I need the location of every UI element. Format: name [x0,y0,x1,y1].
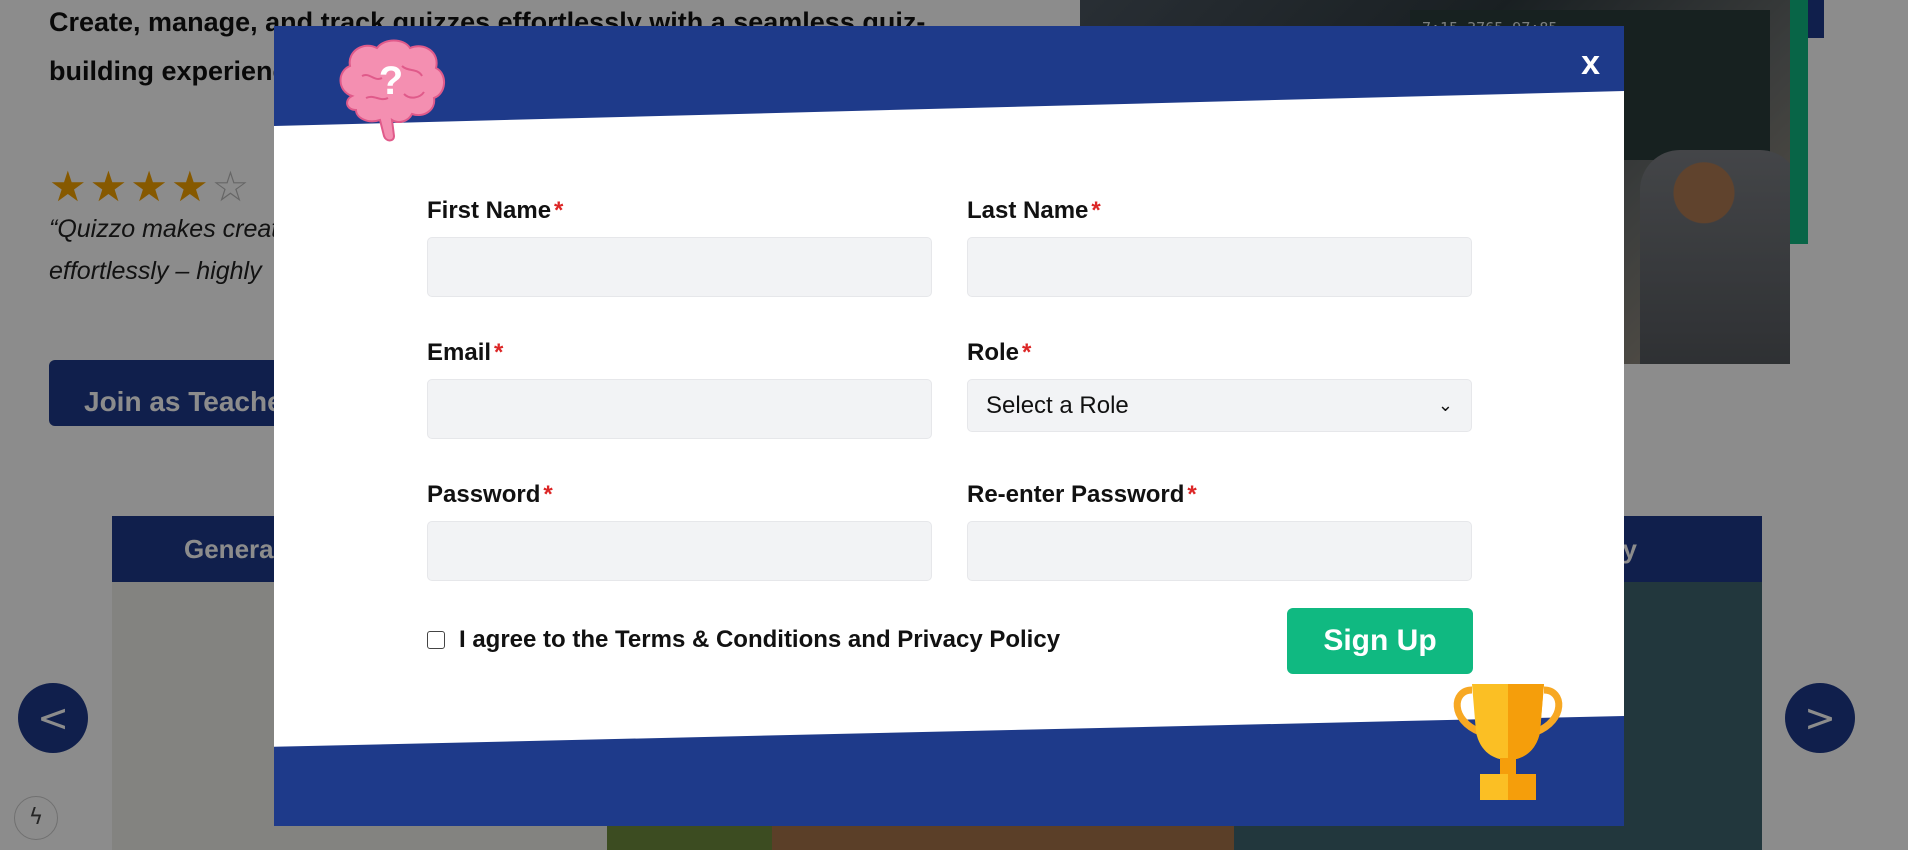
terms-label[interactable]: I agree to the Terms & Conditions and Pr… [459,626,1060,654]
first-name-group: First Name * [427,196,932,297]
first-name-input[interactable] [427,237,932,297]
last-name-input[interactable] [967,237,1472,297]
close-button[interactable]: x [1581,44,1600,83]
terms-agreement: I agree to the Terms & Conditions and Pr… [427,626,1060,654]
signup-form: First Name * Last Name * Email * Role * Sele… [427,196,1472,622]
role-label: Role * [967,338,1472,368]
label-text: Re-enter Password [967,481,1185,508]
signup-modal: ? x First Name * Last Name * Email * Role * … [274,26,1624,826]
last-name-label: Last Name * [967,196,1472,226]
form-row: Password * Re-enter Password * [427,480,1472,581]
first-name-label: First Name * [427,196,932,226]
required-mark: * [554,197,564,224]
password-label: Password * [427,480,932,510]
password-group: Password * [427,480,932,581]
email-input[interactable] [427,379,932,439]
required-mark: * [1091,197,1101,224]
email-group: Email * [427,338,932,439]
email-label: Email * [427,338,932,368]
label-text: First Name [427,197,552,224]
label-text: Password [427,481,541,508]
required-mark: * [543,481,553,508]
form-row: First Name * Last Name * [427,196,1472,297]
label-text: Email [427,339,492,366]
role-select[interactable]: Select a Role ⌄ [967,379,1472,432]
svg-text:?: ? [379,59,403,103]
modal-header-band [274,26,1624,126]
password-input[interactable] [427,521,932,581]
label-text: Role [967,339,1020,366]
reenter-password-label: Re-enter Password * [967,480,1472,510]
last-name-group: Last Name * [967,196,1472,297]
chevron-down-icon: ⌄ [1437,395,1453,416]
form-row: Email * Role * Select a Role ⌄ [427,338,1472,439]
sign-up-button[interactable]: Sign Up [1287,608,1473,674]
terms-checkbox[interactable] [427,631,445,649]
role-selected-value: Select a Role [986,391,1129,419]
label-text: Last Name [967,197,1089,224]
trophy-icon [1453,684,1563,800]
required-mark: * [1187,481,1197,508]
role-group: Role * Select a Role ⌄ [967,338,1472,439]
modal-footer-band [274,716,1624,826]
reenter-password-input[interactable] [967,521,1472,581]
required-mark: * [1022,339,1032,366]
reenter-password-group: Re-enter Password * [967,480,1472,581]
required-mark: * [494,339,504,366]
brain-question-icon: ? [339,39,445,142]
